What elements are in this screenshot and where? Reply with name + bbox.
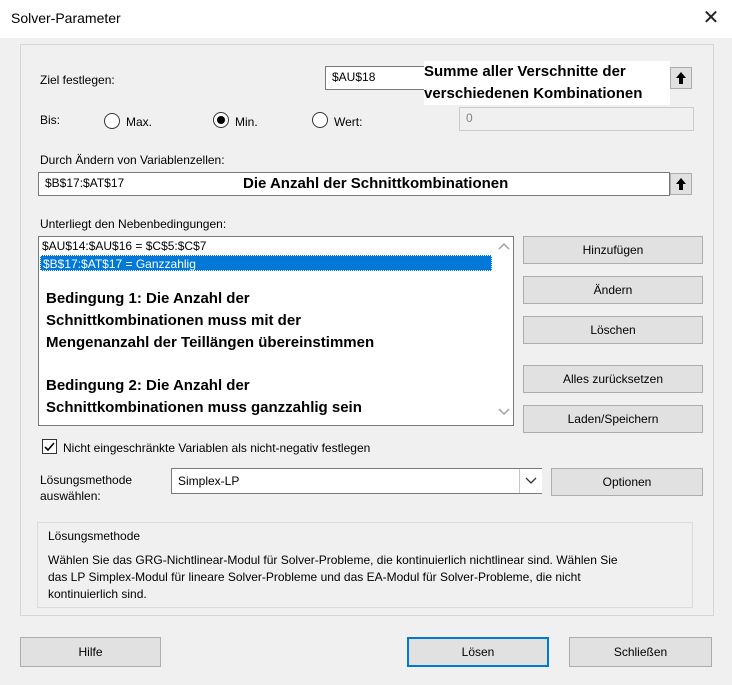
constraint-annotation-2-line1: Bedingung 2: Die Anzahl der (46, 377, 250, 394)
close-button[interactable]: Schließen (569, 637, 712, 667)
value-radio[interactable] (312, 112, 328, 128)
method-label-line1: Lösungsmethode (40, 473, 133, 487)
info-text-line3: kontinuierlich sind. (48, 587, 147, 601)
constraint-annotation-1-line1: Bedingung 1: Die Anzahl der (46, 290, 250, 307)
constraint-annotation-1: Bedingung 1: Die Anzahl der Schnittkombi… (46, 288, 374, 354)
scroll-up-icon[interactable] (497, 240, 511, 252)
window-title: Solver-Parameter (11, 10, 121, 26)
options-button[interactable]: Optionen (551, 468, 703, 496)
method-selected: Simplex-LP (178, 474, 240, 488)
info-text-line1: Wählen Sie das GRG-Nichtlinear-Modul für… (48, 553, 618, 567)
arrow-up-icon (676, 178, 686, 190)
max-radio[interactable] (104, 113, 120, 129)
solve-button[interactable]: Lösen (407, 637, 549, 667)
chevron-down-icon (525, 477, 537, 484)
change-button[interactable]: Ändern (523, 276, 703, 304)
max-label: Max. (126, 115, 153, 129)
value-input[interactable]: 0 (459, 107, 694, 131)
constraint-annotation-1-line3: Mengenanzahl der Teillängen übereinstimm… (46, 334, 375, 351)
objective-annotation-line2: verschiedenen Kombinationen (424, 85, 643, 102)
objective-collapse-button[interactable] (670, 67, 692, 89)
constraint-annotation-1-line2: Schnittkombinationen muss mit der (46, 312, 302, 329)
info-text: Wählen Sie das GRG-Nichtlinear-Modul für… (48, 552, 618, 603)
variables-annotation: Die Anzahl der Schnittkombinationen (243, 175, 509, 192)
reset-all-button[interactable]: Alles zurücksetzen (523, 365, 703, 393)
objective-label: Ziel festlegen: (40, 73, 115, 87)
arrow-up-icon (676, 72, 686, 84)
help-button[interactable]: Hilfe (20, 637, 161, 667)
constraint-annotation-2: Bedingung 2: Die Anzahl der Schnittkombi… (46, 375, 362, 419)
to-label: Bis: (40, 113, 61, 127)
nonneg-label: Nicht eingeschränkte Variablen als nicht… (63, 441, 371, 455)
info-title: Lösungsmethode (48, 529, 141, 543)
constraints-scrollbar[interactable] (496, 237, 513, 425)
delete-button[interactable]: Löschen (523, 316, 703, 344)
value-input-text: 0 (466, 111, 473, 125)
constraints-label: Unterliegt den Nebenbedingungen: (40, 217, 227, 231)
variables-value: $B$17:$AT$17 (45, 176, 125, 190)
method-dropdown-button[interactable] (519, 469, 542, 493)
min-radio[interactable] (213, 112, 229, 128)
variables-label: Durch Ändern von Variablenzellen: (40, 153, 225, 167)
constraint-annotation-2-line2: Schnittkombinationen muss ganzzahlig sei… (46, 399, 362, 416)
objective-annotation-line1: Summe aller Verschnitte der (424, 63, 626, 80)
constraint-item[interactable]: $AU$14:$AU$16 = $C$5:$C$7 (40, 238, 494, 254)
method-label-line2: auswählen: (40, 489, 101, 503)
variables-collapse-button[interactable] (670, 173, 692, 195)
nonneg-checkbox[interactable] (42, 439, 57, 454)
info-text-line2: das LP Simplex-Modul für lineare Solver-… (48, 570, 581, 584)
close-icon[interactable]: ✕ (700, 6, 722, 30)
load-save-button[interactable]: Laden/Speichern (523, 405, 703, 433)
constraint-item-selected[interactable]: $B$17:$AT$17 = Ganzzahlig (40, 255, 492, 271)
value-label: Wert: (334, 115, 363, 129)
objective-value: $AU$18 (332, 70, 376, 84)
method-label: Lösungsmethode auswählen: (40, 472, 132, 504)
min-label: Min. (235, 115, 258, 129)
scroll-down-icon[interactable] (497, 406, 511, 418)
method-select[interactable]: Simplex-LP (171, 468, 542, 494)
add-button[interactable]: Hinzufügen (523, 236, 703, 264)
objective-annotation: Summe aller Verschnitte der verschiedene… (424, 61, 670, 105)
checkmark-icon (44, 442, 55, 452)
